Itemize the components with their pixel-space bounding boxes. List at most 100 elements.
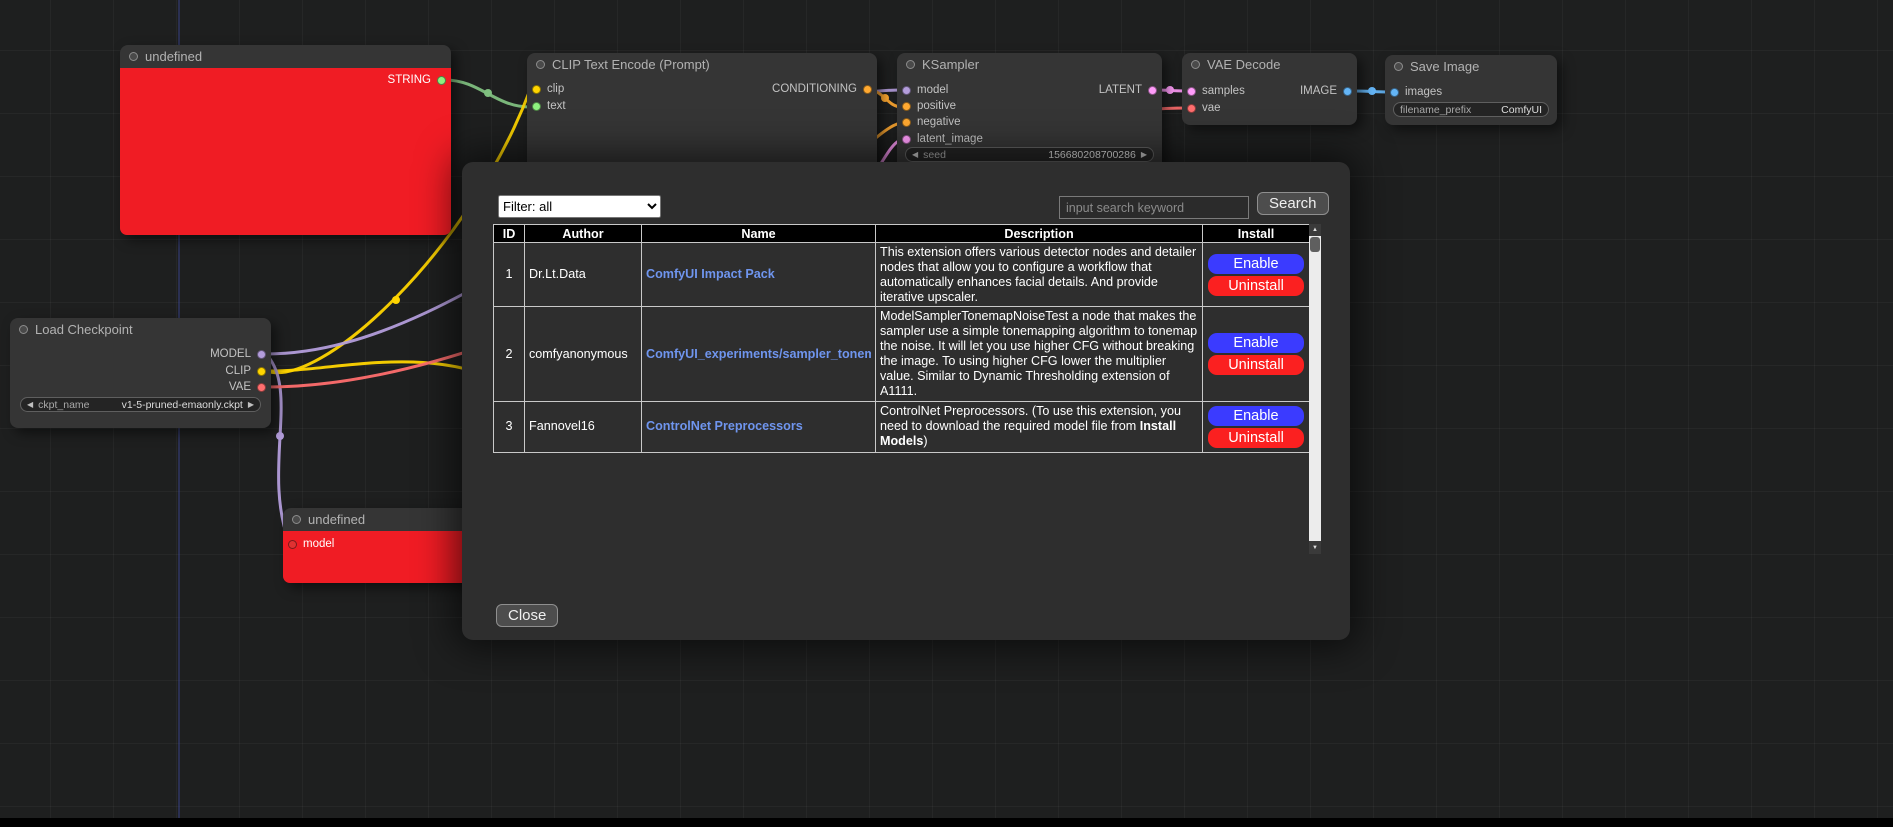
cell-install: Enable Uninstall [1203,401,1310,452]
image-slot-icon[interactable] [1343,87,1352,96]
header-author: Author [525,225,642,243]
collapse-dot-icon[interactable] [19,325,28,334]
conditioning-slot-icon[interactable] [863,85,872,94]
search-button[interactable]: Search [1257,192,1329,215]
cell-install: Enable Uninstall [1203,243,1310,307]
header-install: Install [1203,225,1310,243]
wire-string-to-text [445,80,530,107]
latent-slot-icon[interactable] [1148,86,1157,95]
node-vae-decode[interactable]: VAE Decode samples vae IMAGE [1182,53,1357,125]
clip-slot-icon[interactable] [532,85,541,94]
enable-button[interactable]: Enable [1208,333,1304,353]
table-row: 3 Fannovel16 ControlNet Preprocessors Co… [494,401,1310,452]
node-title: VAE Decode [1207,57,1280,72]
cell-id: 2 [494,307,525,401]
node-load-checkpoint[interactable]: Load Checkpoint MODEL CLIP VAE ckpt_name… [10,318,271,428]
model-slot-icon[interactable] [902,86,911,95]
node-ksampler[interactable]: KSampler model positive negative latent_… [897,53,1162,170]
input-slot-positive[interactable]: positive [902,99,956,113]
conditioning-slot-icon[interactable] [902,118,911,127]
collapse-dot-icon[interactable] [1394,62,1403,71]
output-slot-image[interactable]: IMAGE [1300,84,1352,98]
cell-id: 3 [494,401,525,452]
input-slot-latent-image[interactable]: latent_image [902,132,983,146]
output-slot-clip[interactable]: CLIP [225,364,266,378]
node-undefined-top[interactable]: undefined STRING [120,45,451,235]
output-slot-model[interactable]: MODEL [210,347,266,361]
node-header[interactable]: VAE Decode [1182,53,1357,76]
decrement-arrow-icon[interactable] [912,151,918,159]
cell-description: This extension offers various detector n… [876,243,1203,307]
table-scrollbar[interactable] [1309,224,1321,554]
output-slot-conditioning[interactable]: CONDITIONING [772,82,872,96]
cell-author: comfyanonymous [525,307,642,401]
cell-description: ModelSamplerTonemapNoiseTest a node that… [876,307,1203,401]
cell-author: Dr.Lt.Data [525,243,642,307]
scrollbar-thumb[interactable] [1310,237,1320,252]
cell-install: Enable Uninstall [1203,307,1310,401]
collapse-dot-icon[interactable] [536,60,545,69]
output-slot-string[interactable]: STRING [388,73,446,87]
collapse-dot-icon[interactable] [129,52,138,61]
conditioning-slot-icon[interactable] [902,102,911,111]
enable-button[interactable]: Enable [1208,406,1304,426]
close-button[interactable]: Close [496,604,558,627]
input-slot-images[interactable]: images [1390,85,1442,99]
scrollbar-down-icon[interactable] [1309,541,1321,554]
header-id: ID [494,225,525,243]
model-slot-icon[interactable] [257,350,266,359]
collapse-dot-icon[interactable] [906,60,915,69]
input-slot-model[interactable]: model [902,83,948,97]
error-slot-icon[interactable] [288,540,297,549]
wire-dot [881,94,889,102]
scrollbar-up-icon[interactable] [1309,224,1321,236]
latent-slot-icon[interactable] [1187,87,1196,96]
vae-slot-icon[interactable] [257,383,266,392]
node-header[interactable]: Load Checkpoint [10,318,271,341]
string-slot-icon[interactable] [532,102,541,111]
node-header[interactable]: undefined [120,45,451,68]
image-slot-icon[interactable] [1390,88,1399,97]
enable-button[interactable]: Enable [1208,254,1304,274]
node-save-image[interactable]: Save Image images filename_prefix ComfyU… [1385,55,1557,125]
ckpt-name-widget[interactable]: ckpt_name v1-5-pruned-emaonly.ckpt [20,397,261,412]
collapse-dot-icon[interactable] [292,515,301,524]
seed-widget[interactable]: seed 156680208700286 [905,147,1154,162]
string-slot-icon[interactable] [437,76,446,85]
wire-dot [392,296,400,304]
input-slot-samples[interactable]: samples [1187,84,1245,98]
uninstall-button[interactable]: Uninstall [1208,428,1304,448]
vae-slot-icon[interactable] [1187,104,1196,113]
input-slot-model[interactable]: model [288,537,334,551]
node-header[interactable]: Save Image [1385,55,1557,78]
node-header[interactable]: KSampler [897,53,1162,76]
node-header[interactable]: CLIP Text Encode (Prompt) [527,53,877,76]
extension-link[interactable]: ComfyUI Impact Pack [646,267,871,282]
cell-name: ComfyUI Impact Pack [642,243,876,307]
input-slot-text[interactable]: text [532,99,566,113]
input-slot-clip[interactable]: clip [532,82,564,96]
node-title: KSampler [922,57,979,72]
filename-prefix-widget[interactable]: filename_prefix ComfyUI [1393,102,1549,117]
filter-select[interactable]: Filter: all [498,195,661,218]
output-slot-latent[interactable]: LATENT [1099,83,1157,97]
collapse-dot-icon[interactable] [1191,60,1200,69]
extension-link[interactable]: ComfyUI_experiments/sampler_tonemap [646,347,871,362]
cell-description: ControlNet Preprocessors. (To use this e… [876,401,1203,452]
input-slot-negative[interactable]: negative [902,115,960,129]
input-slot-vae[interactable]: vae [1187,101,1221,115]
increment-arrow-icon[interactable] [1141,151,1147,159]
clip-slot-icon[interactable] [257,367,266,376]
uninstall-button[interactable]: Uninstall [1208,355,1304,375]
node-clip-text-encode[interactable]: CLIP Text Encode (Prompt) clip text COND… [527,53,877,170]
search-input[interactable] [1059,196,1249,219]
next-arrow-icon[interactable] [248,401,254,409]
previous-arrow-icon[interactable] [27,401,33,409]
node-title: Save Image [1410,59,1479,74]
bottom-edge-bar [0,818,1893,827]
uninstall-button[interactable]: Uninstall [1208,276,1304,296]
extension-link[interactable]: ControlNet Preprocessors [646,419,871,434]
output-slot-vae[interactable]: VAE [229,380,266,394]
table-row: 2 comfyanonymous ComfyUI_experiments/sam… [494,307,1310,401]
latent-slot-icon[interactable] [902,135,911,144]
